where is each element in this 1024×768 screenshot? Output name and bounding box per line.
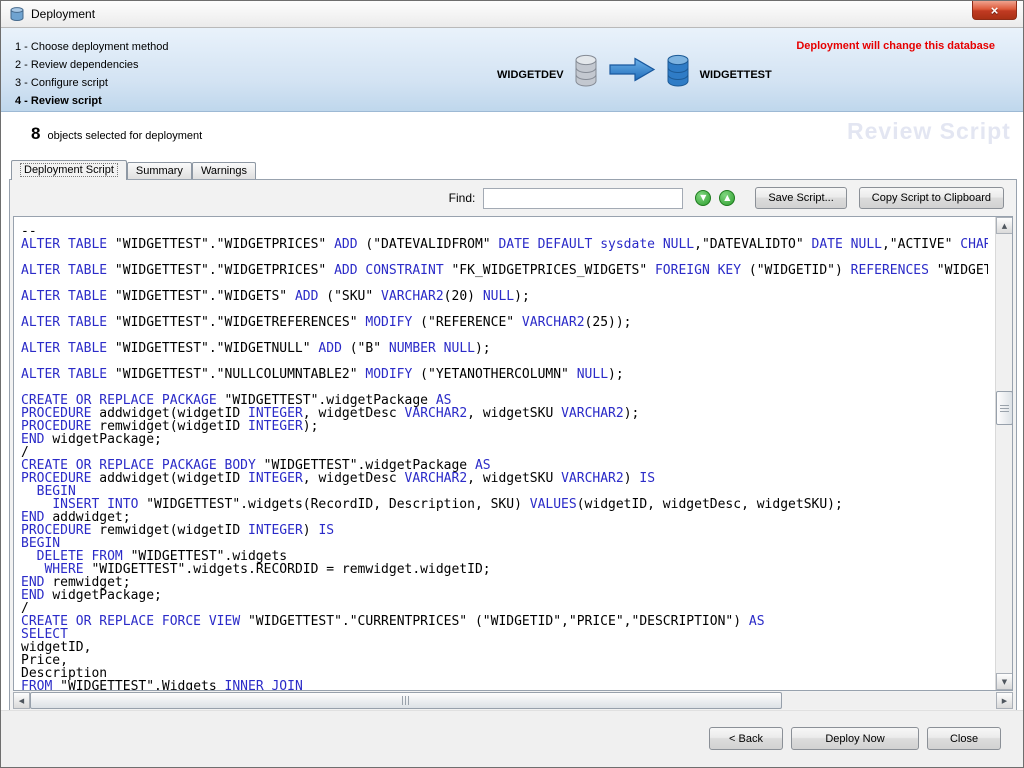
titlebar: Deployment × [1,1,1023,28]
wizard-header: 1 - Choose deployment method 2 - Review … [1,28,1023,112]
find-next-button[interactable]: ▼ [695,190,711,206]
close-dialog-button[interactable]: Close [927,727,1001,750]
db-flow: WIDGETDEV [497,54,772,87]
horizontal-scroll-thumb[interactable] [30,692,782,709]
horizontal-scrollbar[interactable]: ◀ ▶ [13,692,1013,709]
scroll-right-button[interactable]: ▶ [996,692,1013,709]
find-previous-button[interactable]: ▲ [719,190,735,206]
deployment-icon [9,6,25,22]
scroll-up-button[interactable]: ▲ [996,217,1013,234]
find-label: Find: [449,191,476,205]
tab-warnings[interactable]: Warnings [192,162,256,179]
scroll-down-icon: ▼ [1002,678,1007,686]
deploy-now-button[interactable]: Deploy Now [791,727,919,750]
target-database-icon [666,54,690,87]
step-review-dependencies: 2 - Review dependencies [15,56,168,74]
find-next-icon: ▼ [700,194,706,202]
sql-code[interactable]: --ALTER TABLE "WIDGETTEST"."WIDGETPRICES… [21,217,988,690]
wizard-steps: 1 - Choose deployment method 2 - Review … [15,38,168,110]
dialog-footer: < Back Deploy Now Close [1,710,1023,767]
close-button[interactable]: × [972,1,1017,20]
tab-summary[interactable]: Summary [127,162,192,179]
step-configure-script: 3 - Configure script [15,74,168,92]
script-editor: --ALTER TABLE "WIDGETTEST"."WIDGETPRICES… [13,216,1013,691]
object-count-label: objects selected for deployment [47,130,202,142]
window-title: Deployment [31,7,95,21]
review-script-watermark: Review Script [847,118,1011,145]
find-toolbar: Find: ▼ ▲ Save Script... Copy Script to … [10,180,1016,216]
step-choose-method: 1 - Choose deployment method [15,38,168,56]
find-input[interactable] [483,188,683,209]
scroll-up-icon: ▲ [1002,222,1007,230]
step-review-script: 4 - Review script [15,92,168,110]
deployment-warning: Deployment will change this database [796,40,995,52]
tab-deployment-script[interactable]: Deployment Script [11,160,127,180]
source-database-icon [574,54,598,87]
close-icon: × [991,3,999,18]
deploy-arrow-icon [608,56,656,87]
scroll-down-button[interactable]: ▼ [996,673,1013,690]
selection-summary: 8 objects selected for deployment [31,124,202,144]
target-db-label: WIDGETTEST [700,69,772,87]
vertical-scrollbar[interactable]: ▲ ▼ [995,217,1012,690]
find-previous-icon: ▲ [724,194,730,202]
save-script-button[interactable]: Save Script... [755,187,846,209]
object-count: 8 [31,124,40,144]
scroll-left-button[interactable]: ◀ [13,692,30,709]
scroll-right-icon: ▶ [1002,697,1007,705]
source-db-label: WIDGETDEV [497,69,564,87]
back-button[interactable]: < Back [709,727,783,750]
deployment-script-panel: Find: ▼ ▲ Save Script... Copy Script to … [9,179,1017,712]
deployment-window: Deployment × 1 - Choose deployment metho… [0,0,1024,768]
copy-script-button[interactable]: Copy Script to Clipboard [859,187,1004,209]
scroll-left-icon: ◀ [19,697,24,705]
vertical-scroll-thumb[interactable] [996,391,1013,425]
tab-strip: Deployment Script Summary Warnings [11,160,256,179]
